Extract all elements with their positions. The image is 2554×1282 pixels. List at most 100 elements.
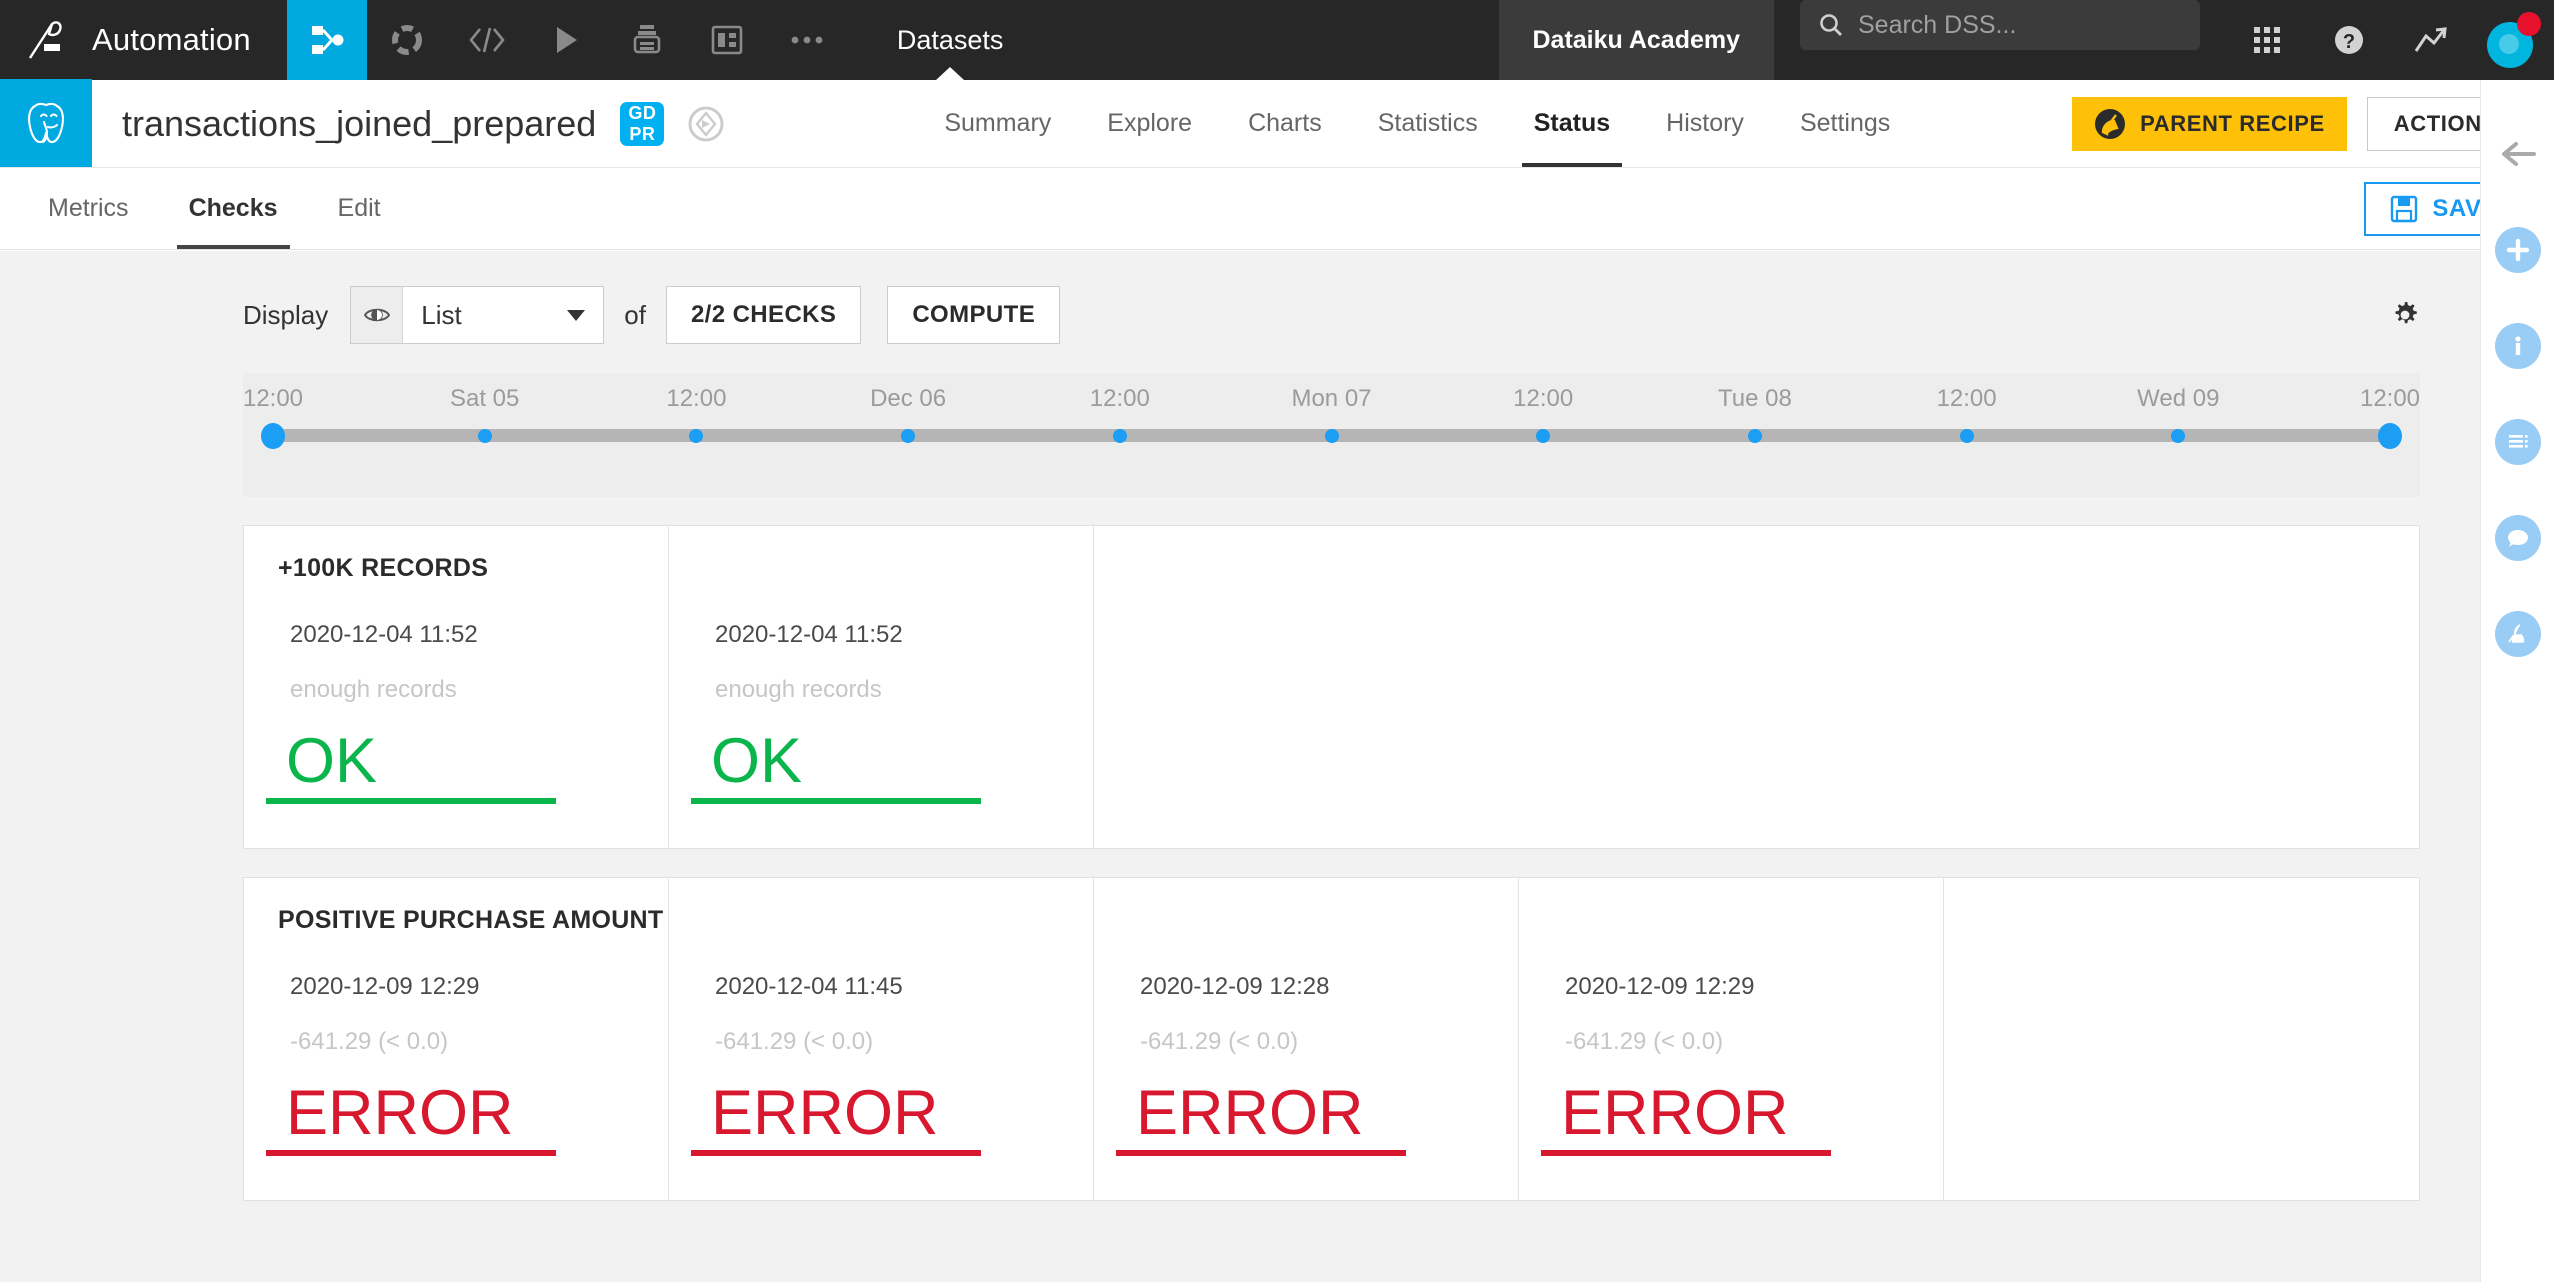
- check-run-column[interactable]: POSITIVE PURCHASE AMOUNT2020-12-09 12:29…: [1519, 878, 1944, 1200]
- display-label: Display: [243, 300, 328, 331]
- check-run-detail: -641.29 (< 0.0): [1553, 1028, 1909, 1056]
- lab-icon[interactable]: [2481, 586, 2554, 682]
- timeline-run-dot[interactable]: [689, 429, 703, 443]
- page-title: transactions_joined_prepared: [92, 80, 596, 167]
- check-card-filler: [1094, 526, 2419, 848]
- check-run-detail: enough records: [278, 676, 634, 704]
- tab-history[interactable]: History: [1638, 80, 1772, 167]
- status-underline: [691, 1150, 981, 1156]
- timeline-run-dot[interactable]: [901, 429, 915, 443]
- timeline-run-dot[interactable]: [1325, 429, 1339, 443]
- check-run-timestamp: 2020-12-04 11:45: [703, 973, 1059, 1001]
- check-card: POSITIVE PURCHASE AMOUNT 2020-12-09 12:29…: [243, 877, 2420, 1201]
- display-view-select[interactable]: List: [350, 286, 604, 344]
- check-card: +100K RECORDS 2020-12-04 11:52 enough reco…: [243, 525, 2420, 849]
- chevron-down-icon: [567, 310, 585, 321]
- collapse-arrow-icon[interactable]: [2481, 106, 2554, 202]
- details-icon[interactable]: [2481, 394, 2554, 490]
- jobs-icon[interactable]: [527, 0, 607, 80]
- activity-icon[interactable]: [2390, 0, 2472, 80]
- comment-icon[interactable]: [2481, 490, 2554, 586]
- compute-button[interactable]: COMPUTE: [887, 286, 1060, 344]
- status-badge: OK: [278, 730, 634, 793]
- check-name: POSITIVE PURCHASE AMOUNT: [278, 906, 634, 935]
- subtab-metrics[interactable]: Metrics: [18, 168, 159, 249]
- check-run-detail: -641.29 (< 0.0): [1128, 1028, 1484, 1056]
- section-active-caret-icon: [936, 67, 964, 80]
- navigator-icon[interactable]: [686, 104, 726, 144]
- instance-label: Automation: [92, 0, 287, 80]
- check-run-timestamp: 2020-12-09 12:29: [278, 973, 634, 1001]
- dss-logo-icon[interactable]: [0, 0, 92, 80]
- avatar[interactable]: [2472, 0, 2554, 80]
- check-run-timestamp: 2020-12-09 12:28: [1128, 973, 1484, 1001]
- search-input[interactable]: Search DSS...: [1800, 0, 2200, 50]
- status-badge: OK: [703, 730, 1059, 793]
- check-run-column[interactable]: +100K RECORDS 2020-12-04 11:52 enough reco…: [244, 526, 669, 848]
- timeline-run-dot[interactable]: [1960, 429, 1974, 443]
- section-label: Datasets: [897, 25, 1004, 56]
- timeline-run-dot[interactable]: [261, 423, 285, 449]
- timeline-run-dot[interactable]: [478, 429, 492, 443]
- timeline-tick-label: Dec 06: [870, 385, 946, 413]
- timeline-run-dot[interactable]: [1536, 429, 1550, 443]
- check-run-column[interactable]: POSITIVE PURCHASE AMOUNT2020-12-04 11:45…: [669, 878, 1094, 1200]
- timeline-tick-label: Tue 08: [1718, 385, 1792, 413]
- eye-icon: [351, 287, 403, 343]
- display-view-value-wrap[interactable]: List: [403, 287, 603, 343]
- checks-count-button[interactable]: 2/2 CHECKS: [666, 286, 861, 344]
- check-name: +100K RECORDS: [278, 554, 634, 583]
- tab-summary[interactable]: Summary: [916, 80, 1079, 167]
- topbar-spacer: [1033, 0, 1498, 80]
- checks-workspace: Display List of 2/2 CHECKS COMPUTE 12:00…: [0, 251, 2480, 1282]
- more-icon[interactable]: [767, 0, 847, 80]
- recipes-icon[interactable]: [367, 0, 447, 80]
- status-badge: ERROR: [1128, 1082, 1484, 1145]
- dataset-tabs: Summary Explore Charts Statistics Status…: [916, 80, 1918, 167]
- subtab-edit[interactable]: Edit: [308, 168, 411, 249]
- info-icon[interactable]: [2481, 298, 2554, 394]
- timeline-tick-label: 12:00: [1513, 385, 1573, 413]
- tab-explore[interactable]: Explore: [1079, 80, 1220, 167]
- tab-charts[interactable]: Charts: [1220, 80, 1350, 167]
- section-datasets[interactable]: Datasets: [867, 0, 1034, 80]
- timeline-tick-label: Wed 09: [2137, 385, 2219, 413]
- tab-status[interactable]: Status: [1506, 80, 1638, 167]
- project-label[interactable]: Dataiku Academy: [1499, 0, 1775, 80]
- check-run-detail: -641.29 (< 0.0): [703, 1028, 1059, 1056]
- dataset-header: transactions_joined_prepared GD PR Summa…: [0, 80, 2554, 168]
- add-icon[interactable]: [2481, 202, 2554, 298]
- timeline-inner: 12:00Sat 0512:00Dec 0612:00Mon 0712:00Tu…: [273, 373, 2390, 497]
- status-subtabs-bar: Metrics Checks Edit SAVE: [0, 168, 2554, 250]
- tab-settings[interactable]: Settings: [1772, 80, 1918, 167]
- code-icon[interactable]: [447, 0, 527, 80]
- timeline-track[interactable]: [273, 429, 2390, 442]
- tab-statistics[interactable]: Statistics: [1350, 80, 1506, 167]
- top-navigation-bar: Automation Datasets Dataiku Academy Sear…: [0, 0, 2554, 80]
- parent-recipe-label: PARENT RECIPE: [2140, 111, 2325, 137]
- flow-icon[interactable]: [287, 0, 367, 80]
- timeline-run-dot[interactable]: [1113, 429, 1127, 443]
- check-run-timestamp: 2020-12-04 11:52: [278, 621, 634, 649]
- display-view-value: List: [421, 300, 461, 331]
- apps-grid-icon[interactable]: [2226, 0, 2308, 80]
- status-underline: [691, 798, 981, 804]
- parent-recipe-button[interactable]: PARENT RECIPE: [2072, 97, 2347, 151]
- checks-timeline[interactable]: 12:00Sat 0512:00Dec 0612:00Mon 0712:00Tu…: [243, 373, 2420, 497]
- gear-icon[interactable]: [2390, 300, 2420, 330]
- timeline-run-dot[interactable]: [2171, 429, 2185, 443]
- check-run-column[interactable]: +100K RECORDS2020-12-04 11:52enough reco…: [669, 526, 1094, 848]
- check-run-column[interactable]: POSITIVE PURCHASE AMOUNT 2020-12-09 12:29…: [244, 878, 669, 1200]
- check-run-column[interactable]: POSITIVE PURCHASE AMOUNT2020-12-09 12:28…: [1094, 878, 1519, 1200]
- dashboard-icon[interactable]: [687, 0, 767, 80]
- timeline-run-dot[interactable]: [2378, 423, 2402, 449]
- broom-icon: [2094, 108, 2126, 140]
- checks-content: Display List of 2/2 CHECKS COMPUTE 12:00…: [0, 251, 2480, 1201]
- right-rail: [2480, 80, 2554, 1282]
- timeline-tick-label: 12:00: [1937, 385, 1997, 413]
- help-icon[interactable]: ?: [2308, 0, 2390, 80]
- subtab-checks[interactable]: Checks: [159, 168, 308, 249]
- print-icon[interactable]: [607, 0, 687, 80]
- timeline-tick-label: Mon 07: [1291, 385, 1371, 413]
- timeline-run-dot[interactable]: [1748, 429, 1762, 443]
